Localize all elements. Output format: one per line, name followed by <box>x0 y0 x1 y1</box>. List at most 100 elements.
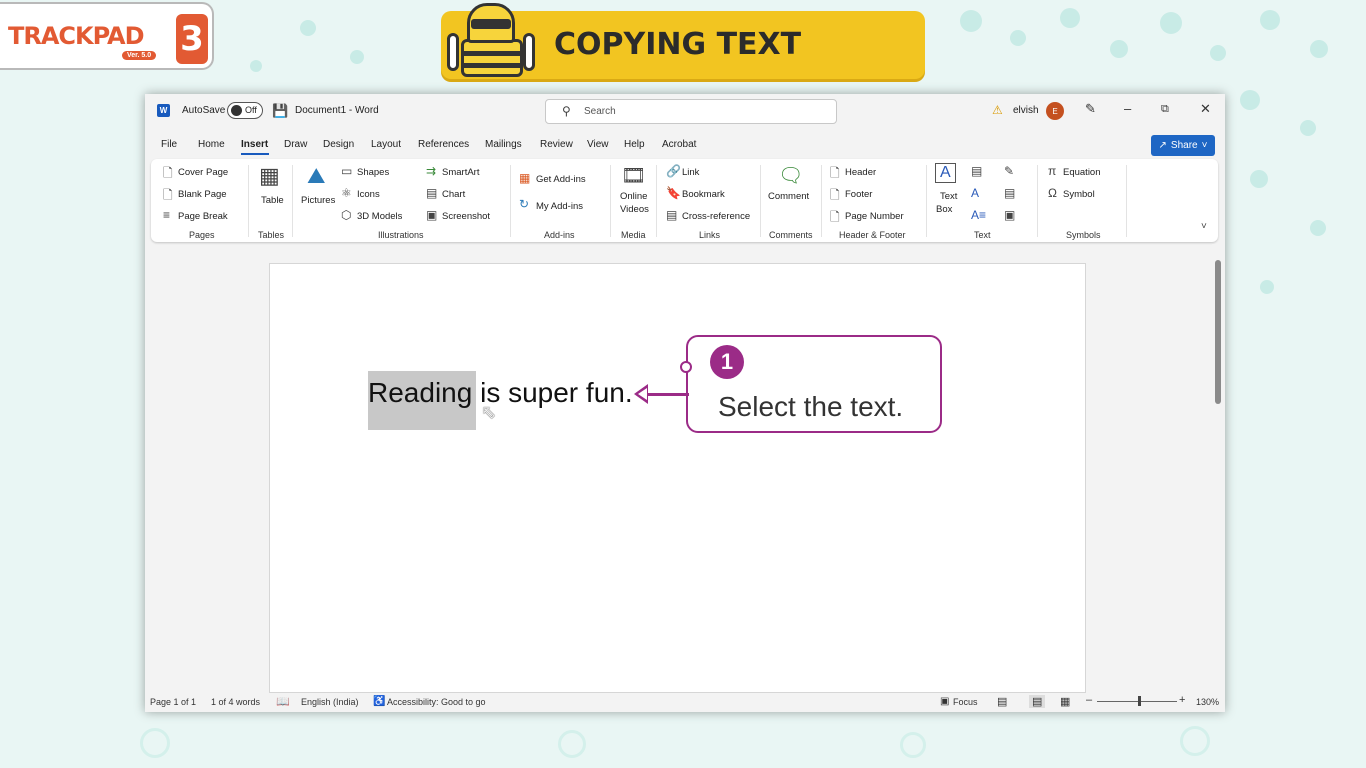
tab-design[interactable]: Design <box>323 139 354 150</box>
tab-help[interactable]: Help <box>624 139 645 150</box>
chart-button[interactable]: Chart <box>442 189 465 200</box>
document-page[interactable]: Reading is super fun. ⬁ <box>269 263 1086 693</box>
share-label: Share <box>1170 140 1198 151</box>
equation-button[interactable]: Equation <box>1063 167 1101 178</box>
language[interactable]: English (India) <box>301 697 359 707</box>
cover-page-button[interactable]: Cover Page <box>178 167 228 178</box>
proofing-icon[interactable]: 📖 <box>276 695 290 708</box>
tab-references[interactable]: References <box>418 139 469 150</box>
table-button[interactable]: Table <box>261 195 284 206</box>
group-label-header-footer: Header & Footer <box>839 230 906 240</box>
logo-version: Ver. 5.0 <box>122 51 157 60</box>
page-break-icon: ≡ <box>163 208 171 222</box>
restore-icon[interactable]: ⧉ <box>1161 103 1169 116</box>
remaining-text[interactable]: is super fun. <box>472 377 633 408</box>
drop-cap-icon[interactable]: A≡ <box>971 208 986 222</box>
icons-icon: ⚛ <box>341 186 352 200</box>
tab-mailings[interactable]: Mailings <box>485 139 522 150</box>
text-box-label-1[interactable]: Text <box>940 191 957 202</box>
object-icon[interactable]: ▣ <box>1004 208 1015 222</box>
signature-line-icon[interactable]: ✎ <box>1004 164 1014 178</box>
pen-icon[interactable]: ✎ <box>1085 101 1096 117</box>
zoom-out-icon[interactable]: – <box>1086 694 1092 706</box>
selected-word[interactable]: Reading <box>368 377 472 408</box>
status-bar: Page 1 of 1 1 of 4 words 📖 English (Indi… <box>145 692 1225 712</box>
footer-button[interactable]: Footer <box>845 189 872 200</box>
page-break-button[interactable]: Page Break <box>178 211 228 222</box>
online-videos-label-1[interactable]: Online <box>620 191 647 202</box>
tab-acrobat[interactable]: Acrobat <box>662 139 696 150</box>
vertical-scrollbar[interactable] <box>1212 244 1224 684</box>
group-label-pages: Pages <box>189 230 215 240</box>
word-count[interactable]: 1 of 4 words <box>211 697 260 707</box>
text-box-label-2[interactable]: Box <box>936 204 952 215</box>
close-icon[interactable]: ✕ <box>1200 101 1211 117</box>
pictures-button[interactable]: Pictures <box>301 195 335 206</box>
wordart-icon[interactable]: A <box>971 186 979 200</box>
smartart-button[interactable]: SmartArt <box>442 167 479 178</box>
page-number-icon: 🗋 <box>830 210 840 224</box>
date-time-icon[interactable]: ▤ <box>1004 186 1015 200</box>
tab-view[interactable]: View <box>587 139 609 150</box>
focus-button[interactable]: Focus <box>953 697 978 707</box>
step-number-badge: 1 <box>710 345 744 379</box>
tab-file[interactable]: File <box>161 139 177 150</box>
accessibility-status[interactable]: Accessibility: Good to go <box>387 697 486 707</box>
avatar[interactable]: E <box>1046 102 1064 120</box>
tab-review[interactable]: Review <box>540 139 573 150</box>
page-count[interactable]: Page 1 of 1 <box>150 697 196 707</box>
symbol-icon: Ω <box>1048 186 1057 200</box>
shapes-button[interactable]: Shapes <box>357 167 389 178</box>
user-name[interactable]: elvish <box>1013 105 1039 116</box>
zoom-level[interactable]: 130% <box>1196 697 1219 707</box>
get-add-ins-button[interactable]: Get Add-ins <box>536 174 586 185</box>
minimize-icon[interactable]: – <box>1124 101 1131 116</box>
quick-parts-icon[interactable]: ▤ <box>971 164 982 178</box>
ribbon-tabs: File Home Insert Draw Design Layout Refe… <box>145 134 1225 156</box>
icons-button[interactable]: Icons <box>357 189 380 200</box>
cross-reference-button[interactable]: Cross-reference <box>682 211 750 222</box>
autosave-label: AutoSave <box>182 105 226 116</box>
smartart-icon: ⇉ <box>426 164 437 178</box>
group-label-symbols: Symbols <box>1066 230 1101 240</box>
save-icon[interactable]: 💾 <box>272 103 288 119</box>
share-icon: ↗ <box>1158 140 1167 151</box>
comment-button[interactable]: Comment <box>768 191 809 202</box>
search-placeholder: Search <box>584 106 616 117</box>
zoom-slider[interactable] <box>1097 701 1177 702</box>
bookmark-button[interactable]: Bookmark <box>682 189 725 200</box>
web-layout-icon[interactable]: ▦ <box>1060 695 1070 708</box>
tab-layout[interactable]: Layout <box>371 139 401 150</box>
page-number-button[interactable]: Page Number <box>845 211 904 222</box>
warning-icon[interactable]: ⚠ <box>992 103 1003 117</box>
autosave-state: Off <box>245 105 257 115</box>
zoom-in-icon[interactable]: + <box>1179 694 1185 706</box>
tab-draw[interactable]: Draw <box>284 139 307 150</box>
tab-home[interactable]: Home <box>198 139 225 150</box>
document-text[interactable]: Reading is super fun. <box>368 377 633 409</box>
my-add-ins-button[interactable]: My Add-ins <box>536 201 583 212</box>
zoom-slider-knob[interactable] <box>1138 696 1141 706</box>
autosave-toggle[interactable]: Off <box>227 102 263 119</box>
tab-insert[interactable]: Insert <box>241 139 268 150</box>
online-videos-label-2[interactable]: Videos <box>620 204 649 215</box>
scrollbar-thumb[interactable] <box>1215 260 1221 404</box>
group-label-add-ins: Add-ins <box>544 230 575 240</box>
read-mode-icon[interactable]: ▤ <box>997 695 1007 708</box>
print-layout-icon[interactable]: ▤ <box>1029 695 1046 708</box>
collapse-ribbon-icon[interactable]: ˅ <box>1201 221 1207 232</box>
my-add-ins-icon: ↻ <box>519 197 530 211</box>
screenshot-button[interactable]: Screenshot <box>442 211 490 222</box>
chart-icon: ▤ <box>426 186 438 200</box>
3d-models-button[interactable]: 3D Models <box>357 211 402 222</box>
footer-icon: 🗋 <box>830 188 840 202</box>
bookmark-icon: 🔖 <box>666 186 681 200</box>
search-box[interactable]: ⚲ Search <box>545 99 837 124</box>
link-button[interactable]: Link <box>682 167 699 178</box>
group-label-media: Media <box>621 230 646 240</box>
blank-page-button[interactable]: Blank Page <box>178 189 227 200</box>
header-button[interactable]: Header <box>845 167 876 178</box>
symbol-button[interactable]: Symbol <box>1063 189 1095 200</box>
share-button[interactable]: ↗ Share ˅ <box>1151 135 1215 156</box>
focus-icon: ▣ <box>940 696 950 707</box>
